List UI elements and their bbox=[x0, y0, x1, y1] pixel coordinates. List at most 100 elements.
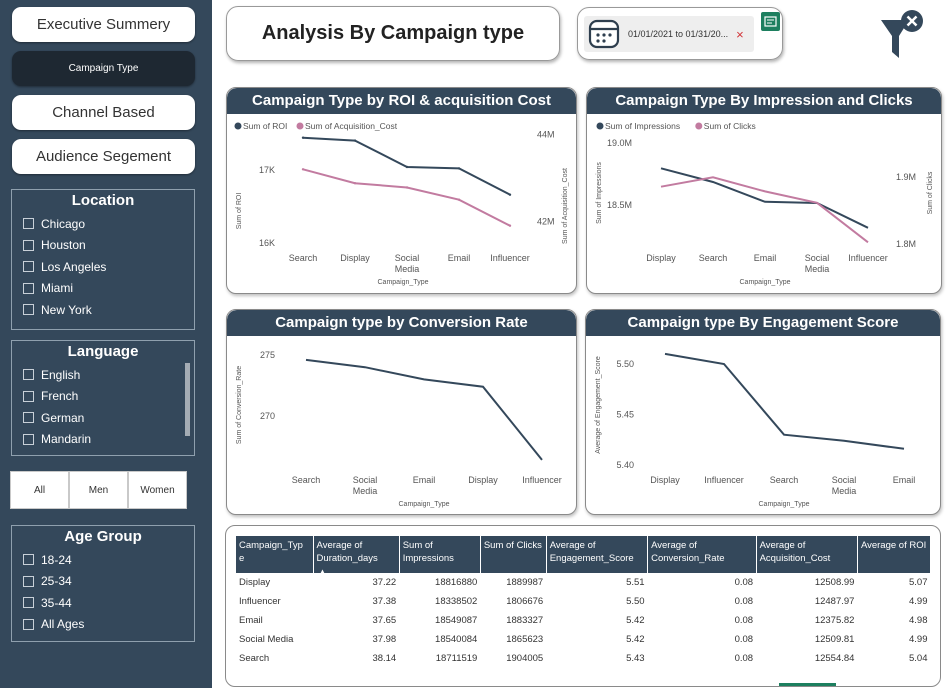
x-tick-label-part: Media bbox=[832, 486, 857, 496]
option-label: German bbox=[41, 410, 85, 425]
legend-marker bbox=[596, 122, 604, 130]
checkbox[interactable] bbox=[23, 390, 34, 402]
table-cell: 18711519 bbox=[435, 653, 478, 664]
campaign-summary-table-card: Campaign_Typ e Average of Duration_days ▲… bbox=[225, 525, 941, 687]
checkbox[interactable] bbox=[23, 618, 34, 630]
table-cell: Search bbox=[239, 653, 270, 664]
clear-filters-icon[interactable] bbox=[876, 8, 930, 64]
acquisition-cost-line-point bbox=[301, 168, 305, 171]
nav-campaign-type-button[interactable]: Campaign Type bbox=[12, 51, 195, 86]
age-option-18-24[interactable]: 18-24 bbox=[12, 549, 194, 571]
conversion-rate-chart-card: Campaign type by Conversion Rate Sum of … bbox=[226, 309, 577, 515]
column-header[interactable]: Sum of Impressions bbox=[399, 536, 481, 573]
nav-channel-based-button[interactable]: Channel Based bbox=[12, 95, 195, 130]
location-option-chicago[interactable]: Chicago bbox=[12, 213, 194, 235]
age-option-25-34[interactable]: 25-34 bbox=[12, 571, 194, 593]
roi-line-point bbox=[301, 136, 305, 139]
checkbox[interactable] bbox=[23, 239, 34, 251]
gender-men-button[interactable]: Men bbox=[69, 471, 128, 509]
clear-date-icon[interactable]: × bbox=[736, 27, 744, 42]
option-label: 25-34 bbox=[41, 574, 72, 589]
x-tick-label: Social Media bbox=[395, 253, 420, 274]
option-label: Mandarin bbox=[41, 432, 92, 447]
checkbox[interactable] bbox=[23, 554, 34, 566]
checkbox[interactable] bbox=[23, 304, 34, 316]
language-option-english[interactable]: English bbox=[12, 364, 194, 386]
roi-line-point bbox=[353, 139, 357, 142]
language-option-french[interactable]: French bbox=[12, 386, 194, 408]
gender-women-button[interactable]: Women bbox=[128, 471, 187, 509]
column-header[interactable]: Average of Acquisition_Cost bbox=[756, 536, 858, 573]
option-label: Houston bbox=[41, 238, 86, 253]
location-option-miami[interactable]: Miami bbox=[12, 278, 194, 300]
language-option-mandarin[interactable]: Mandarin bbox=[12, 429, 194, 451]
x-tick-label: Display bbox=[468, 475, 498, 485]
column-header[interactable]: Average of Duration_days ▲ bbox=[313, 536, 400, 575]
table-cell: 5.04 bbox=[909, 653, 928, 664]
sidebar: Executive Summery Campaign Type Channel … bbox=[0, 0, 212, 688]
legend-marker bbox=[234, 122, 242, 130]
x-tick-label: Influencer bbox=[704, 475, 744, 485]
location-slicer: Location Chicago Houston Los Angeles Mia… bbox=[11, 189, 195, 330]
slicer-header-icon[interactable] bbox=[761, 12, 780, 31]
table-cell: 0.08 bbox=[734, 596, 754, 607]
language-scrollbar[interactable] bbox=[185, 363, 190, 436]
option-label: French bbox=[41, 389, 79, 404]
checkbox[interactable] bbox=[23, 261, 34, 273]
table-cell: 5.43 bbox=[626, 653, 645, 664]
table-row[interactable]: Social Media 37.98 18540084 1865623 5.42 0.08… bbox=[236, 630, 931, 649]
age-option-all-ages[interactable]: All Ages bbox=[12, 614, 194, 636]
table-cell: 1865623 bbox=[506, 634, 544, 645]
column-header[interactable]: Average of ROI bbox=[857, 536, 932, 573]
gender-all-button[interactable]: All bbox=[10, 471, 69, 509]
checkbox[interactable] bbox=[23, 282, 34, 294]
table-cell: 18549087 bbox=[435, 615, 478, 626]
table-cell: 1904005 bbox=[506, 653, 544, 664]
option-label: 18-24 bbox=[41, 552, 72, 567]
y-axis-label: Sum of Conversion_Rate bbox=[236, 366, 243, 444]
checkbox[interactable] bbox=[23, 575, 34, 587]
nav-audience-segment-button[interactable]: Audience Segement bbox=[12, 139, 195, 174]
x-tick-label: Search bbox=[292, 475, 321, 485]
column-header[interactable]: Average of Engagement_Score bbox=[546, 536, 649, 573]
table-row[interactable]: Search 38.14 18711519 1904005 5.43 0.08 12554.… bbox=[236, 649, 931, 668]
checkbox[interactable] bbox=[23, 369, 34, 381]
location-option-los-angeles[interactable]: Los Angeles bbox=[12, 256, 194, 278]
x-tick-label: Display bbox=[646, 253, 676, 263]
table-cell: 37.22 bbox=[372, 577, 397, 588]
y-tick-label: 18.5M bbox=[607, 200, 632, 210]
campaign-summary-table: Campaign_Typ e Average of Duration_days ▲… bbox=[236, 536, 932, 668]
checkbox[interactable] bbox=[23, 433, 34, 445]
option-label: Los Angeles bbox=[41, 259, 107, 274]
roi-line-point bbox=[405, 165, 409, 169]
column-header[interactable]: Average of Conversion_Rate bbox=[647, 536, 757, 573]
table-row[interactable]: Display 37.22 18816880 1889987 5.51 0.08 12508… bbox=[236, 573, 931, 592]
column-header[interactable]: Sum of Clicks bbox=[480, 536, 547, 573]
x-axis-label: Campaign_Type bbox=[740, 279, 791, 286]
clicks-line bbox=[660, 176, 869, 244]
roi-line-point bbox=[457, 167, 461, 170]
x-tick-label-part: Media bbox=[805, 264, 830, 274]
language-option-german[interactable]: German bbox=[12, 407, 194, 429]
y-tick-label: 5.45 bbox=[616, 410, 634, 420]
legend-label: Sum of Acquisition_Cost bbox=[305, 121, 398, 131]
nav-executive-summary-button[interactable]: Executive Summery bbox=[12, 7, 195, 42]
table-row[interactable]: Influencer 37.38 18338502 1806676 5.50 0.08 12… bbox=[236, 592, 931, 611]
table-cell: 18338502 bbox=[435, 596, 478, 607]
filter-list-icon bbox=[764, 16, 777, 27]
checkbox[interactable] bbox=[23, 218, 34, 230]
table-cell: 5.42 bbox=[626, 615, 645, 626]
age-option-35-44[interactable]: 35-44 bbox=[12, 592, 194, 614]
location-option-new-york[interactable]: New York bbox=[12, 299, 194, 321]
location-option-houston[interactable]: Houston bbox=[12, 235, 194, 257]
checkbox[interactable] bbox=[23, 597, 34, 609]
x-tick-label: Email bbox=[893, 475, 916, 485]
x-tick-label: Social Media bbox=[353, 475, 378, 496]
y2-tick-label: 1.9M bbox=[896, 172, 916, 182]
checkbox[interactable] bbox=[23, 412, 34, 424]
x-tick-label: Search bbox=[770, 475, 799, 485]
column-header[interactable]: Campaign_Typ e bbox=[236, 536, 314, 573]
table-cell: 4.99 bbox=[909, 596, 928, 607]
table-row[interactable]: Email 37.65 18549087 1883327 5.42 0.08 12375.8… bbox=[236, 611, 931, 630]
date-range-chip[interactable]: 01/01/2021 to 01/31/20... × bbox=[584, 16, 754, 52]
